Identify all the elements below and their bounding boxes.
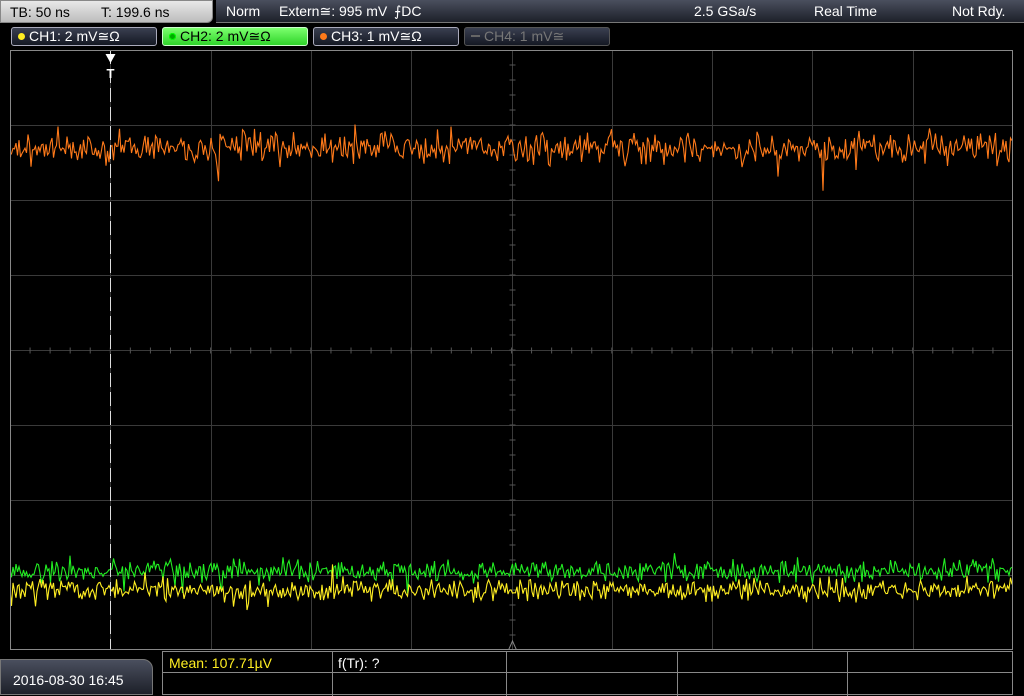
- measurement-row-divider: [163, 672, 1012, 673]
- timebase-box[interactable]: TB: 50 ns T: 199.6 ns: [0, 0, 213, 23]
- trigger-mode-label: Norm: [226, 3, 261, 19]
- tab-ch3[interactable]: CH3: 1 mV≅Ω: [313, 27, 459, 46]
- ch3-label: CH3: 1 mV≅Ω: [331, 28, 422, 44]
- measurement-col-divider: [677, 652, 678, 696]
- frequency-measurement[interactable]: f(Tr): ?: [338, 655, 379, 671]
- ready-state-label: Not Rdy.: [952, 3, 1006, 19]
- tab-ch2[interactable]: CH2: 2 mV≅Ω: [162, 27, 308, 46]
- trigger-slope-label: ⨍DC: [394, 3, 422, 19]
- ch3-color-dot: [320, 33, 327, 40]
- measurement-bar: 2016-08-30 16:45 Mean: 107.71µV f(Tr): ?: [0, 651, 1024, 696]
- measurement-col-divider: [506, 652, 507, 696]
- trigger-time-label: T: 199.6 ns: [101, 4, 170, 20]
- trigger-position-label: T: [107, 66, 115, 81]
- acquisition-status-strip[interactable]: Norm Extern≅: 995 mV ⨍DC 2.5 GSa/s Real …: [216, 0, 1024, 23]
- measurement-col-divider: [847, 652, 848, 696]
- ch2-color-dot: [169, 33, 176, 40]
- trigger-source-label: Extern≅: 995 mV: [279, 3, 388, 19]
- ch4-color-dot: [471, 35, 480, 37]
- channel-tab-row: CH1: 2 mV≅Ω CH2: 2 mV≅Ω CH3: 1 mV≅Ω CH4:…: [0, 24, 1024, 48]
- datetime-label: 2016-08-30 16:45: [13, 672, 124, 688]
- tab-ch1[interactable]: CH1: 2 mV≅Ω: [11, 27, 157, 46]
- ch4-label: CH4: 1 mV≅: [484, 28, 565, 44]
- measurement-table[interactable]: Mean: 107.71µV f(Tr): ?: [162, 651, 1013, 696]
- top-status-bar: TB: 50 ns T: 199.6 ns Norm Extern≅: 995 …: [0, 0, 1024, 24]
- mean-measurement[interactable]: Mean: 107.71µV: [169, 655, 272, 671]
- datetime-box[interactable]: 2016-08-30 16:45: [0, 659, 153, 695]
- ch2-label: CH2: 2 mV≅Ω: [180, 28, 271, 44]
- ch1-color-dot: [18, 33, 25, 40]
- tab-ch4[interactable]: CH4: 1 mV≅: [464, 27, 610, 46]
- ch1-label: CH1: 2 mV≅Ω: [29, 28, 120, 44]
- measurement-col-divider: [332, 652, 333, 696]
- acquisition-mode-label: Real Time: [814, 3, 878, 19]
- timebase-label: TB: 50 ns: [10, 4, 70, 20]
- sample-rate-label: 2.5 GSa/s: [694, 3, 757, 19]
- waveform-svg[interactable]: T: [10, 50, 1013, 650]
- waveform-display[interactable]: T: [10, 50, 1013, 650]
